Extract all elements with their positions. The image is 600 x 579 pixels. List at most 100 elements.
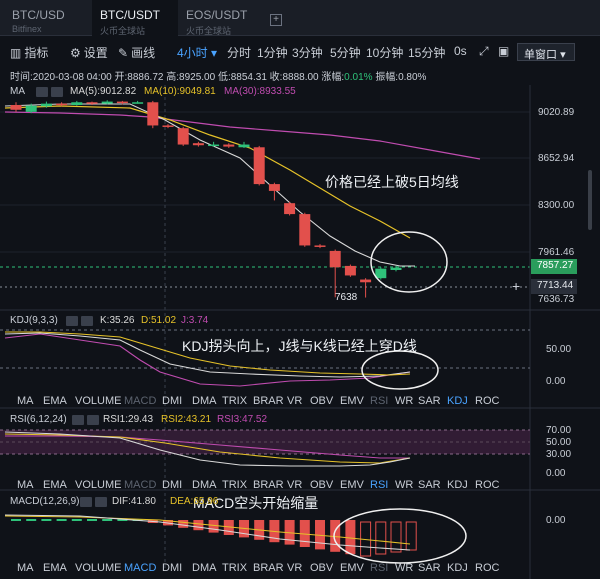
- ind-tab-dma[interactable]: DMA: [192, 479, 216, 491]
- kdj-d-value: D:51.02: [141, 315, 177, 326]
- annotation-circle-kdj: [361, 350, 439, 390]
- macd-bar: [102, 519, 113, 521]
- price-tick: 7636.73: [538, 294, 575, 305]
- ind-tab-roc[interactable]: ROC: [475, 479, 499, 491]
- ind-tab-wr[interactable]: WR: [395, 479, 413, 491]
- ind-tab-emv[interactable]: EMV: [340, 395, 364, 407]
- settings-icon[interactable]: [95, 497, 107, 507]
- ind-tab-dma[interactable]: DMA: [192, 562, 216, 574]
- candle-body: [40, 103, 52, 107]
- candle-body: [208, 144, 220, 147]
- indicator-tabs-main: MA EMA VOLUME MACD DMI DMA TRIX BRAR VR …: [0, 393, 530, 411]
- indicator-tabs-rsi: MA EMA VOLUME MACD DMI DMA TRIX BRAR VR …: [0, 477, 530, 495]
- ind-tab-ma[interactable]: MA: [17, 395, 34, 407]
- ind-tab-trix[interactable]: TRIX: [222, 479, 247, 491]
- macd-bar: [87, 519, 97, 521]
- ind-tab-trix[interactable]: TRIX: [222, 395, 247, 407]
- ind-tab-dmi[interactable]: DMI: [162, 395, 182, 407]
- ind-tab-macd[interactable]: MACD: [124, 395, 156, 407]
- candle-body: [25, 105, 37, 112]
- ind-tab-rsi[interactable]: RSI: [370, 479, 388, 491]
- macd-dif-value: DIF:41.80: [112, 496, 156, 507]
- candle-body: [71, 102, 83, 105]
- ind-tab-sar[interactable]: SAR: [418, 562, 441, 574]
- candle-body: [344, 265, 356, 276]
- ind-tab-rsi[interactable]: RSI: [370, 562, 388, 574]
- ind-tab-ema[interactable]: EMA: [43, 395, 67, 407]
- ind-tab-trix[interactable]: TRIX: [222, 562, 247, 574]
- ind-tab-dmi[interactable]: DMI: [162, 562, 182, 574]
- macd-bar: [178, 520, 189, 528]
- rsi-tick: 50.00: [546, 437, 572, 448]
- macd-bar: [208, 520, 219, 533]
- rsi-tick: 30.00: [546, 449, 572, 460]
- candle-body: [101, 101, 113, 104]
- ind-tab-obv[interactable]: OBV: [310, 562, 333, 574]
- ind-tab-roc[interactable]: ROC: [475, 395, 499, 407]
- ind-tab-ma[interactable]: MA: [17, 562, 34, 574]
- ind-tab-ema[interactable]: EMA: [43, 562, 67, 574]
- ind-tab-emv[interactable]: EMV: [340, 562, 364, 574]
- eye-icon[interactable]: [80, 497, 92, 507]
- ind-tab-rsi[interactable]: RSI: [370, 395, 388, 407]
- eye-icon[interactable]: [66, 316, 78, 326]
- ind-tab-wr[interactable]: WR: [395, 395, 413, 407]
- eye-icon[interactable]: [36, 87, 48, 97]
- ind-tab-sar[interactable]: SAR: [418, 395, 441, 407]
- ind-tab-kdj[interactable]: KDJ: [447, 562, 468, 574]
- ma5-value: MA(5):9012.82: [70, 86, 137, 97]
- ind-tab-ma[interactable]: MA: [17, 479, 34, 491]
- ind-tab-obv[interactable]: OBV: [310, 395, 333, 407]
- price-scrollbar[interactable]: [588, 170, 592, 230]
- ind-tab-vr[interactable]: VR: [287, 395, 302, 407]
- settings-icon[interactable]: [87, 415, 99, 425]
- macd-bar: [345, 520, 356, 555]
- rsi-tick: 0.00: [546, 468, 566, 479]
- ind-tab-vr[interactable]: VR: [287, 562, 302, 574]
- ind-tab-macd[interactable]: MACD: [124, 562, 156, 574]
- ind-tab-obv[interactable]: OBV: [310, 479, 333, 491]
- ind-tab-vr[interactable]: VR: [287, 479, 302, 491]
- ind-tab-ema[interactable]: EMA: [43, 479, 67, 491]
- ind-tab-brar[interactable]: BRAR: [253, 395, 284, 407]
- rsi-label: RSI(6,12,24): [10, 414, 67, 425]
- macd-label: MACD(12,26,9): [10, 496, 80, 507]
- ma10-value: MA(10):9049.81: [144, 86, 216, 97]
- macd-bar: [71, 519, 82, 521]
- ind-tab-brar[interactable]: BRAR: [253, 479, 284, 491]
- plus-icon[interactable]: +: [512, 278, 520, 294]
- candle-body: [10, 105, 22, 110]
- candle-body: [284, 203, 296, 215]
- eye-icon[interactable]: [72, 415, 84, 425]
- ind-tab-volume[interactable]: VOLUME: [75, 562, 121, 574]
- macd-bar: [193, 520, 204, 531]
- rsi-tick: 70.00: [546, 425, 572, 436]
- ind-tab-volume[interactable]: VOLUME: [75, 479, 121, 491]
- ind-tab-roc[interactable]: ROC: [475, 562, 499, 574]
- annotation-kdj: KDJ拐头向上，J线与K线已经上穿D线: [182, 338, 417, 354]
- ind-tab-wr[interactable]: WR: [395, 562, 413, 574]
- kdj-tick: 0.00: [546, 376, 566, 387]
- candle-body: [268, 184, 280, 191]
- ind-tab-sar[interactable]: SAR: [418, 479, 441, 491]
- ind-tab-volume[interactable]: VOLUME: [75, 395, 121, 407]
- settings-icon[interactable]: [81, 316, 93, 326]
- settings-icon[interactable]: [51, 87, 63, 97]
- ind-tab-macd[interactable]: MACD: [124, 479, 156, 491]
- indicator-tabs-macd: MA EMA VOLUME MACD DMI DMA TRIX BRAR VR …: [0, 560, 530, 578]
- ind-tab-kdj[interactable]: KDJ: [447, 395, 468, 407]
- ind-tab-emv[interactable]: EMV: [340, 479, 364, 491]
- kdj-j-value: J:3.74: [181, 315, 209, 326]
- rsi1-value: RSI1:29.43: [103, 414, 154, 425]
- kdj-k-value: K:35.26: [100, 315, 135, 326]
- ind-tab-brar[interactable]: BRAR: [253, 562, 284, 574]
- ind-tab-kdj[interactable]: KDJ: [447, 479, 468, 491]
- ind-tab-dmi[interactable]: DMI: [162, 479, 182, 491]
- macd-bar: [375, 521, 387, 555]
- candlestick-series: [10, 100, 402, 298]
- price-tick: 8652.94: [538, 153, 575, 164]
- macd-bar: [26, 519, 37, 521]
- annotation-main: 价格已经上破5日均线: [325, 174, 459, 190]
- ind-tab-dma[interactable]: DMA: [192, 395, 216, 407]
- candle-body: [329, 250, 341, 268]
